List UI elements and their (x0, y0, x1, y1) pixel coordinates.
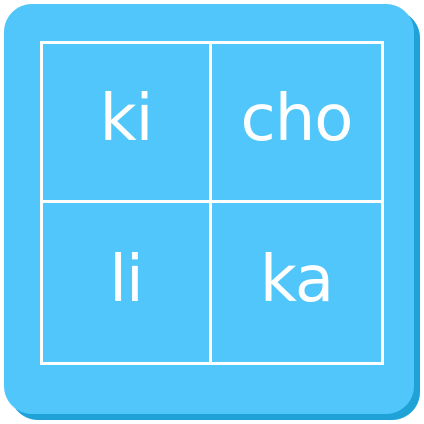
syllable-grid: ki cho li ka (40, 41, 384, 365)
syllable-cell-li[interactable]: li (43, 203, 212, 362)
syllable-cell-ki[interactable]: ki (43, 44, 212, 203)
syllable-cell-cho[interactable]: cho (212, 44, 381, 203)
syllable-cell-ka[interactable]: ka (212, 203, 381, 362)
